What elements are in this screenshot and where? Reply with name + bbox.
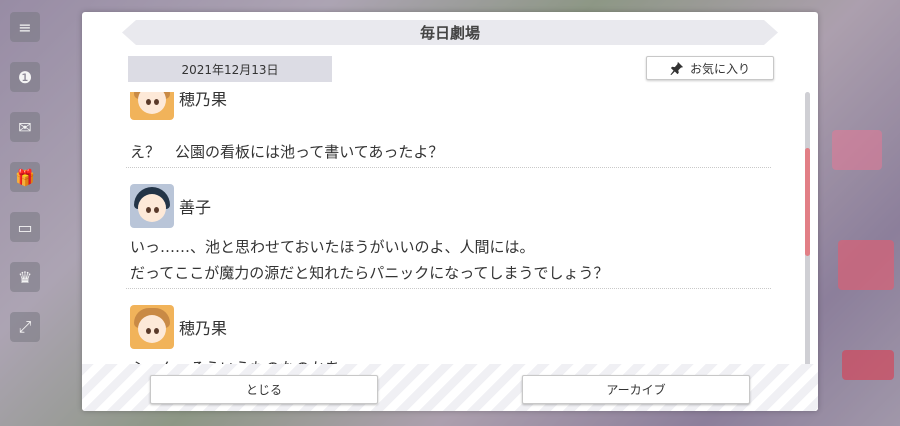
dialogue-line: だってここが魔力の源だと知れたらパニックになってしまうでしょう？	[130, 264, 609, 282]
event-banner-icon[interactable]	[832, 130, 882, 170]
dialog-title: 毎日劇場	[122, 20, 778, 45]
entry-divider	[126, 288, 771, 289]
gift-icon[interactable]: 🎁	[10, 162, 40, 192]
date-label: 2021年12月13日	[128, 56, 332, 82]
scrollbar-thumb[interactable]	[805, 148, 810, 256]
favorite-button[interactable]: お気に入り	[646, 56, 774, 80]
daily-theater-dialog: 毎日劇場 2021年12月13日 お気に入り 穂乃果 え？ 公園の看板には池って…	[82, 12, 818, 411]
speaker-name: 穂乃果	[179, 319, 228, 338]
yoshiko-avatar	[130, 184, 174, 228]
screen-icon[interactable]: ▭	[10, 212, 40, 242]
speaker-name: 善子	[179, 198, 212, 217]
pin-icon	[670, 61, 684, 75]
notice-icon[interactable]: ✉	[10, 112, 40, 142]
dialogue-log[interactable]: 穂乃果 え？ 公園の看板には池って書いてあったよ？ 善子 いっ……、池と思わせて…	[126, 92, 771, 377]
trophy-icon[interactable]: ♛	[10, 262, 40, 292]
scrollbar[interactable]	[805, 92, 810, 369]
menu-icon[interactable]: ≡	[10, 12, 40, 42]
dialogue-line: いっ……、池と思わせておいたほうがいいのよ、人間には。	[130, 238, 535, 256]
entry-divider	[126, 167, 771, 168]
archive-button[interactable]: アーカイブ	[522, 375, 750, 404]
campaign-banner-icon[interactable]	[842, 350, 894, 380]
chat-icon[interactable]: ❶	[10, 62, 40, 92]
fullscreen-icon[interactable]: ⤢	[10, 312, 40, 342]
right-menu-rail	[818, 0, 900, 426]
speaker-row: 善子	[130, 184, 211, 228]
close-button[interactable]: とじる	[150, 375, 378, 404]
honoka-avatar	[130, 305, 174, 349]
speaker-row: 穂乃果	[130, 305, 227, 349]
favorite-label: お気に入り	[689, 61, 750, 76]
left-menu-rail: ≡ ❶ ✉ 🎁 ▭ ♛ ⤢	[0, 0, 60, 426]
speaker-row: 穂乃果	[130, 92, 227, 120]
dialogue-line: え？ 公園の看板には池って書いてあったよ？	[130, 143, 444, 161]
speaker-name: 穂乃果	[179, 92, 228, 109]
honoka-avatar	[130, 92, 174, 120]
ranking-banner-icon[interactable]	[838, 240, 894, 290]
